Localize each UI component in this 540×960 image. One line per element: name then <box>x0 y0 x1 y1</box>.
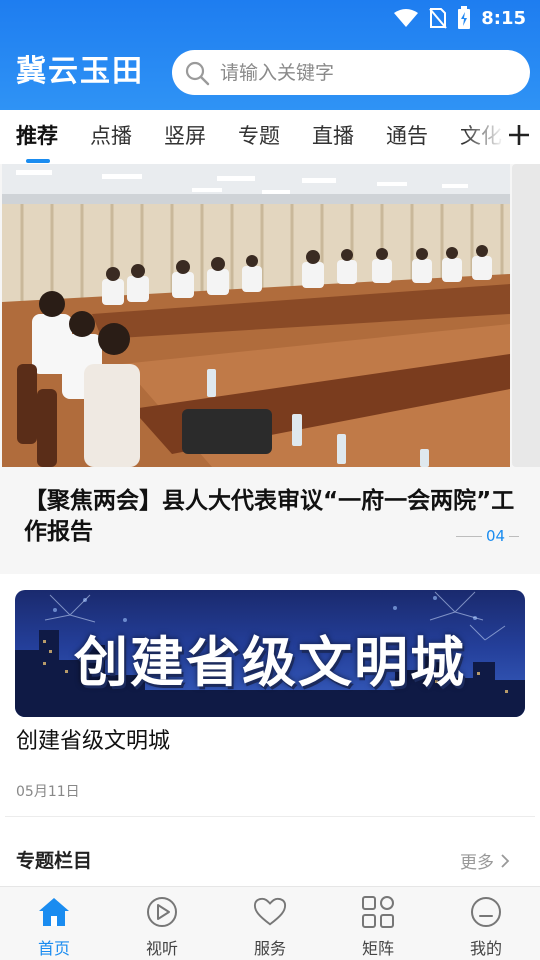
nav-matrix-label: 矩阵 <box>361 939 394 958</box>
grid-icon <box>361 895 395 929</box>
pager-line-right <box>509 535 520 537</box>
nav-home[interactable]: 首页 <box>0 887 108 960</box>
more-link[interactable]: 更多 <box>460 848 510 873</box>
tab-recommend[interactable]: 推荐 <box>16 122 58 150</box>
profile-icon <box>469 895 503 929</box>
channel-tabs: 推荐 点播 竖屏 专题 直播 通告 文化 <box>0 110 540 164</box>
home-icon <box>37 895 71 929</box>
carousel-pager: 04 <box>456 527 520 545</box>
article-title[interactable]: 创建省级文明城 <box>16 727 170 757</box>
tab-vertical[interactable]: 竖屏 <box>164 122 206 150</box>
search-icon <box>182 58 212 88</box>
topics-section-header: 专题栏目 更多 <box>0 818 540 886</box>
nav-service[interactable]: 服务 <box>216 887 324 960</box>
wifi-icon <box>394 9 419 27</box>
nav-home-label: 首页 <box>37 939 70 958</box>
app-header: 8:15 冀云玉田 <box>0 0 540 110</box>
nav-media[interactable]: 视听 <box>108 887 216 960</box>
tab-live[interactable]: 直播 <box>312 122 354 150</box>
play-icon <box>145 895 179 929</box>
nav-media-label: 视听 <box>145 939 178 958</box>
pager-line-left <box>456 535 482 537</box>
nav-service-label: 服务 <box>253 939 286 958</box>
no-sim-icon <box>429 8 447 29</box>
status-time: 8:15 <box>481 7 526 29</box>
battery-charging-icon <box>458 6 471 29</box>
section-title: 专题栏目 <box>16 850 93 872</box>
app-logo-title: 冀云玉田 <box>16 54 144 89</box>
featured-image[interactable] <box>2 164 510 467</box>
pager-number: 04 <box>486 527 506 545</box>
more-label: 更多 <box>460 853 494 873</box>
nav-matrix[interactable]: 矩阵 <box>324 887 432 960</box>
add-channel-icon[interactable] <box>506 122 532 148</box>
tab-on-demand[interactable]: 点播 <box>90 122 132 150</box>
article-banner-image[interactable]: 创建省级文明城 <box>15 590 525 717</box>
tab-topics[interactable]: 专题 <box>238 122 280 150</box>
active-tab-indicator <box>26 159 50 163</box>
article-date: 05月11日 <box>16 784 80 800</box>
search-box[interactable] <box>172 50 530 95</box>
heart-icon <box>253 895 287 929</box>
featured-carousel[interactable]: 【聚焦两会】县人大代表审议“一府一会两院”工作报告 04 <box>0 164 540 574</box>
divider <box>5 816 535 817</box>
carousel-next-peek[interactable] <box>512 164 540 467</box>
banner-headline: 创建省级文明城 <box>74 631 466 694</box>
tab-notices[interactable]: 通告 <box>386 122 428 150</box>
article-card[interactable]: 创建省级文明城 创建省级文明城 05月11日 <box>0 574 540 818</box>
status-bar: 8:15 <box>0 0 540 36</box>
featured-headline[interactable]: 【聚焦两会】县人大代表审议“一府一会两院”工作报告 <box>24 486 516 548</box>
nav-profile-label: 我的 <box>469 939 502 958</box>
tab-fade <box>464 110 504 164</box>
search-input[interactable] <box>220 61 510 84</box>
nav-profile[interactable]: 我的 <box>432 887 540 960</box>
bottom-navigation: 首页 视听 服务 矩阵 我的 <box>0 886 540 960</box>
chevron-right-icon <box>501 853 510 868</box>
